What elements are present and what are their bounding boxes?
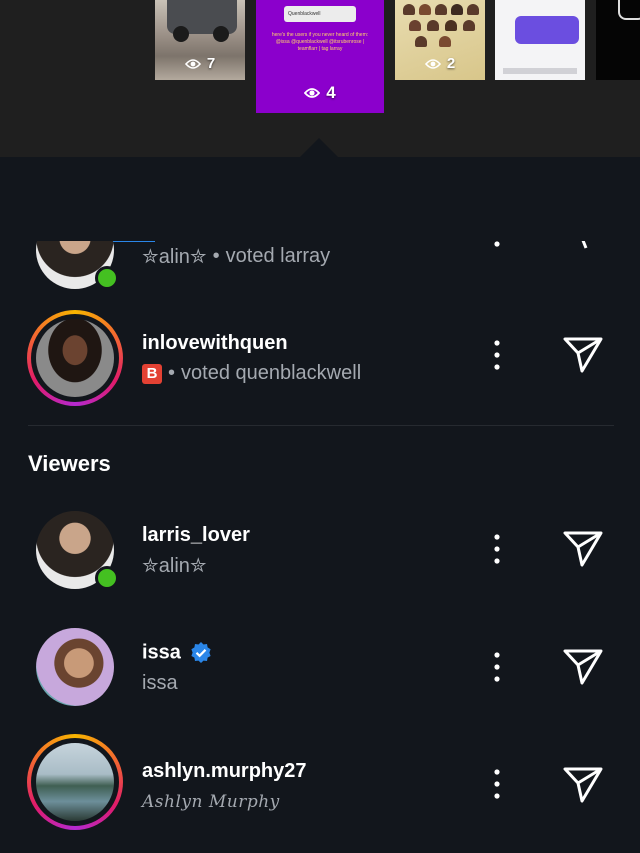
heart-photo — [463, 20, 475, 31]
selected-story-pointer — [300, 138, 338, 157]
send-icon[interactable] — [562, 646, 604, 686]
verified-badge-icon — [191, 642, 211, 663]
story-strip: 7 Quenblackwell here's the users if you … — [0, 0, 640, 157]
more-options-icon[interactable] — [490, 769, 504, 799]
voter-subtitle: ✮alin✮ • voted larray — [142, 244, 330, 269]
poll-sticker: Quenblackwell — [284, 6, 356, 22]
separator-dot: • — [168, 362, 176, 384]
username[interactable]: larris_lover — [142, 524, 250, 547]
avatar[interactable] — [27, 619, 123, 715]
viewers-section-title: Viewers — [28, 451, 111, 476]
eye-icon — [424, 58, 441, 69]
story-thumbnail-1[interactable]: 7 — [155, 0, 245, 80]
app-bar-image — [503, 68, 577, 74]
vote-text: voted larray — [225, 245, 331, 267]
header-overlay — [0, 157, 640, 241]
avatar-image — [36, 743, 114, 821]
heart-photo — [445, 20, 457, 31]
voter-subtitle: B • voted quenblackwell — [142, 362, 361, 385]
avatar-story-ring[interactable] — [27, 310, 123, 406]
display-name: Ashlyn Murphy — [142, 792, 280, 812]
username-with-badge[interactable]: issa — [142, 641, 213, 665]
heart-photo — [415, 36, 427, 47]
online-status-dot — [95, 266, 119, 290]
heart-photo — [439, 36, 451, 47]
story-views-3: 2 — [424, 55, 456, 72]
story-views-1: 7 — [184, 55, 216, 72]
message-bubble-image — [515, 16, 579, 44]
username[interactable]: ashlyn.murphy27 — [142, 760, 307, 783]
avatar-image — [36, 319, 114, 397]
heart-photo — [451, 4, 463, 15]
more-options-icon[interactable] — [490, 652, 504, 682]
story-thumbnail-5[interactable] — [596, 0, 640, 80]
story-thumbnail-4[interactable] — [495, 0, 585, 80]
story-thumbnail-3[interactable]: 2 — [395, 0, 485, 80]
heart-photo — [403, 4, 415, 15]
b-badge-icon: B — [142, 363, 162, 384]
story-views-2: 4 — [304, 83, 336, 103]
send-icon[interactable] — [562, 764, 604, 804]
story-caption: here's the users if you never heard of t… — [271, 32, 369, 52]
avatar-image — [36, 628, 114, 706]
send-icon[interactable] — [562, 334, 604, 374]
username[interactable]: issa — [142, 641, 181, 663]
heart-photo — [435, 4, 447, 15]
online-status-dot — [95, 566, 119, 590]
story-views-count: 4 — [326, 83, 336, 102]
voter-row-2[interactable]: inlovewithquen B • voted quenblackwell — [0, 302, 640, 412]
heart-photo — [419, 4, 431, 15]
story-thumbnail-2-selected[interactable]: Quenblackwell here's the users if you ne… — [256, 0, 384, 113]
avatar-story-ring[interactable] — [27, 734, 123, 830]
display-name: ✮alin✮ — [142, 555, 207, 577]
username[interactable]: inlovewithquen — [142, 332, 288, 355]
more-options-icon[interactable] — [490, 534, 504, 564]
display-name: ✮alin✮ — [142, 246, 207, 268]
heart-photo — [427, 20, 439, 31]
viewer-row-1[interactable]: larris_lover ✮alin✮ — [0, 497, 640, 607]
truck-image — [167, 0, 237, 42]
heart-photo — [467, 4, 479, 15]
eye-icon — [304, 88, 321, 98]
heart-photo — [409, 20, 421, 31]
story-views-count: 7 — [206, 55, 216, 72]
eye-icon — [184, 58, 201, 69]
viewer-row-2[interactable]: issa issa — [0, 614, 640, 724]
avatar[interactable] — [27, 502, 123, 598]
separator-dot: • — [212, 245, 220, 267]
send-icon[interactable] — [562, 528, 604, 568]
story-views-count: 2 — [446, 55, 456, 72]
section-divider — [28, 425, 614, 426]
viewer-row-3[interactable]: ashlyn.murphy27 Ashlyn Murphy — [0, 732, 640, 842]
display-name: issa — [142, 672, 178, 694]
camera-icon — [618, 0, 640, 20]
poll-option-text: Quenblackwell — [288, 11, 321, 17]
vote-text: voted quenblackwell — [181, 362, 362, 384]
send-icon[interactable] — [562, 236, 604, 276]
more-options-icon[interactable] — [490, 340, 504, 370]
